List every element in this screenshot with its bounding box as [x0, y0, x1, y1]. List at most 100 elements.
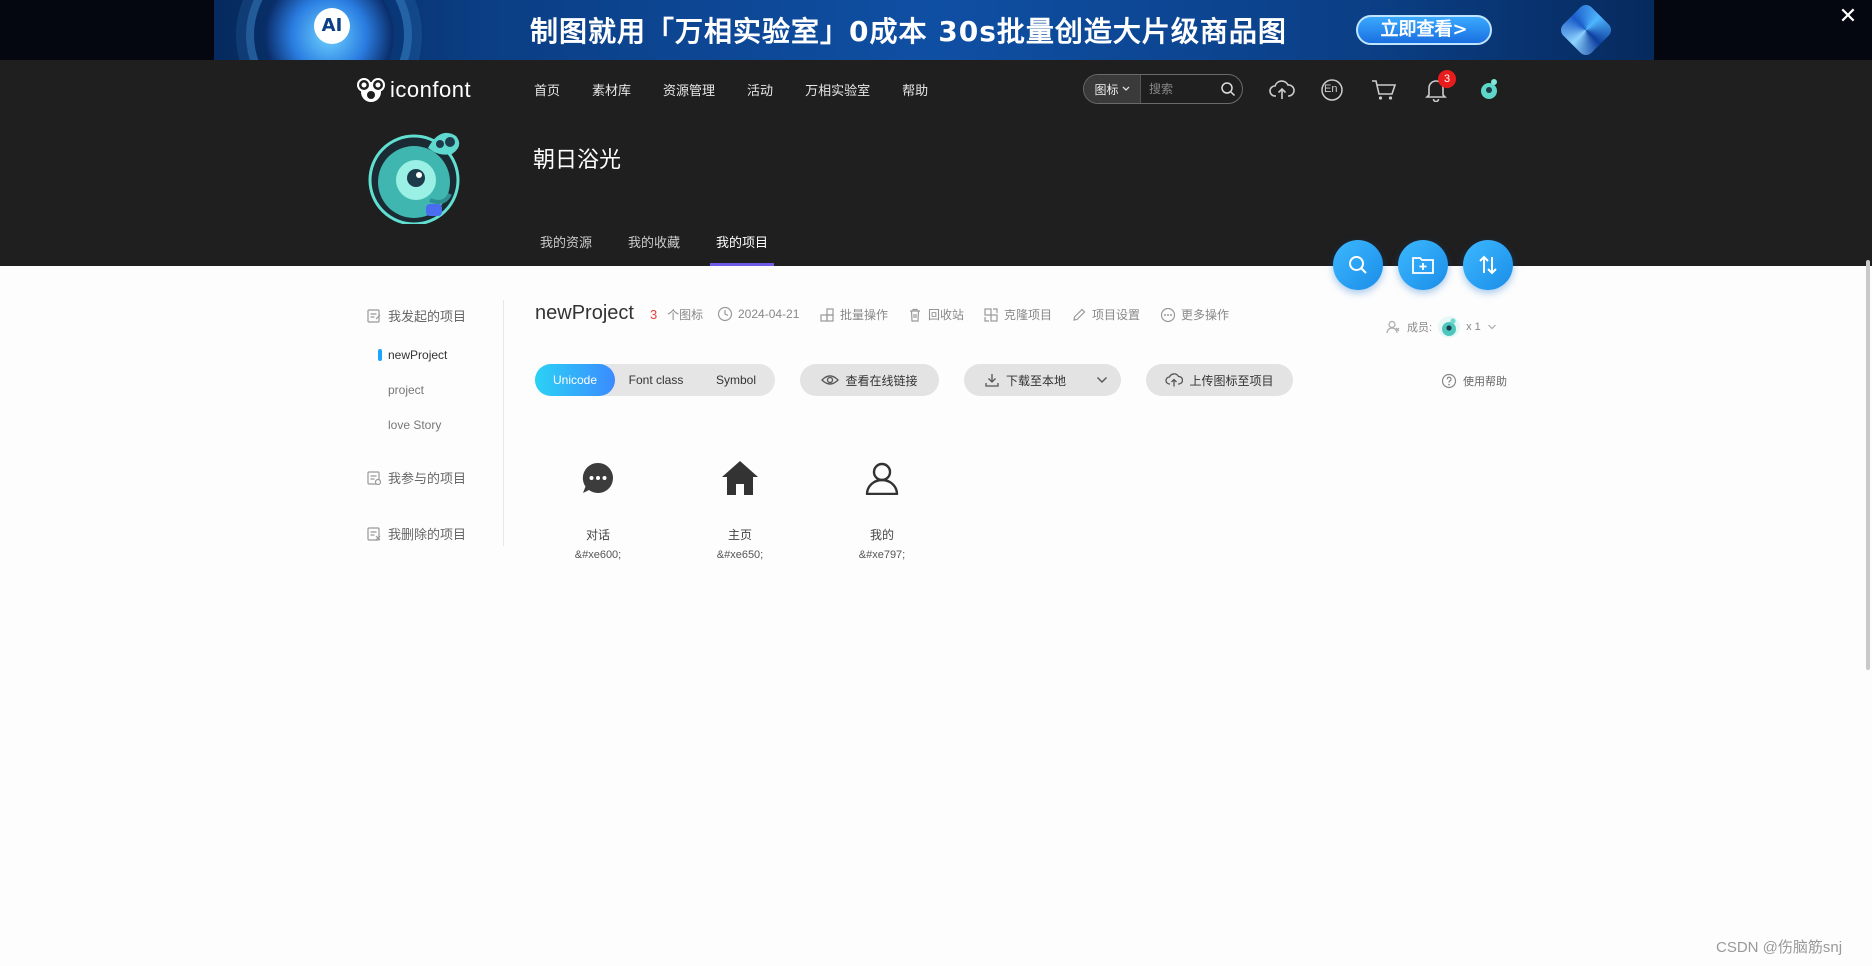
home-icon [718, 456, 762, 500]
member-avatar [1438, 316, 1461, 338]
promo-banner-image[interactable]: AI 制图就用「万相实验室」0成本 30s批量创造大片级商品图 立即查看> [214, 0, 1654, 60]
batch-operation-button[interactable]: 批量操作 [819, 306, 888, 323]
download-local-button[interactable]: 下载至本地 [964, 364, 1121, 396]
upload-cloud-icon [1165, 373, 1184, 387]
promo-ai-badge: AI [314, 8, 350, 44]
icon-card[interactable]: 对话 &#xe600; [548, 456, 648, 561]
user-avatar[interactable] [1476, 76, 1502, 102]
nav-help[interactable]: 帮助 [902, 80, 928, 99]
promo-gem-graphic [1557, 1, 1615, 59]
language-label: En [1324, 83, 1338, 95]
project-header: newProject 3 个图标 [535, 302, 703, 325]
download-icon [985, 374, 999, 387]
cart-icon[interactable] [1370, 76, 1398, 104]
search-type-select[interactable]: 图标 [1084, 75, 1141, 103]
nav-activity[interactable]: 活动 [747, 80, 773, 99]
project-title: newProject [535, 302, 634, 324]
logo[interactable]: iconfont [356, 75, 471, 105]
chat-bubble-icon [576, 456, 620, 500]
nav-resources[interactable]: 资源管理 [663, 80, 715, 99]
project-date-label: 2024-04-21 [738, 307, 800, 321]
pencil-icon [1073, 308, 1086, 321]
search-icon[interactable] [1217, 78, 1239, 100]
nav-lab[interactable]: 万相实验室 [805, 80, 870, 99]
tab-my-favorites[interactable]: 我的收藏 [628, 232, 680, 266]
view-online-link-button[interactable]: 查看在线链接 [800, 364, 939, 396]
icon-name: 主页 [727, 528, 752, 542]
members-dropdown[interactable]: 成员: x 1 [1385, 316, 1497, 338]
view-online-link-label: 查看在线链接 [845, 373, 918, 388]
chevron-down-icon[interactable] [1096, 376, 1108, 384]
sidebar-group-deleted-label: 我删除的项目 [388, 527, 467, 542]
upload-cloud-icon[interactable] [1268, 76, 1296, 104]
icon-code: &#xe797; [858, 549, 906, 561]
close-icon[interactable]: ✕ [1836, 4, 1860, 28]
main-nav: 首页 素材库 资源管理 活动 万相实验室 帮助 [534, 80, 960, 99]
more-actions-button[interactable]: 更多操作 [1160, 306, 1229, 323]
sidebar-group-created-label: 我发起的项目 [388, 309, 467, 324]
project-joined-icon [367, 470, 382, 485]
help-circle-icon [1441, 373, 1457, 389]
page-scrollbar[interactable] [1866, 260, 1870, 670]
chevron-down-icon [1122, 86, 1129, 91]
profile-tabs: 我的资源 我的收藏 我的项目 [540, 232, 775, 266]
iconfont-logo-icon [357, 78, 385, 102]
icon-count: 3 [649, 307, 658, 322]
clone-icon [984, 307, 998, 322]
promo-view-button[interactable]: 立即查看> [1356, 15, 1492, 45]
project-sidebar: 我发起的项目 newProject project love Story 我参与… [364, 300, 504, 546]
usage-help-link[interactable]: 使用帮助 [1441, 373, 1507, 389]
language-icon[interactable]: En [1318, 76, 1346, 104]
format-unicode-button[interactable]: Unicode [535, 364, 615, 396]
project-settings-label: 项目设置 [1092, 308, 1141, 322]
icon-name: 我的 [869, 528, 894, 542]
site-header: iconfont 首页 素材库 资源管理 活动 万相实验室 帮助 图标 En 3 [0, 60, 1872, 266]
sidebar-group-joined[interactable]: 我参与的项目 [366, 468, 466, 487]
watermark: CSDN @伤脑筋snj [1716, 939, 1843, 956]
batch-icon [820, 307, 834, 322]
sidebar-project-love-story[interactable]: love Story [388, 418, 441, 432]
format-symbol-button[interactable]: Symbol [697, 364, 775, 396]
members-icon [1386, 320, 1400, 334]
upload-icons-label: 上传图标至项目 [1189, 373, 1274, 388]
sidebar-group-created[interactable]: 我发起的项目 [366, 306, 466, 325]
project-list-icon [367, 308, 381, 323]
promo-text: 制图就用「万相实验室」0成本 30s批量创造大片级商品图 [530, 15, 1287, 48]
search-input[interactable] [1141, 75, 1217, 103]
profile-name: 朝日浴光 [533, 147, 622, 172]
trash-icon [910, 308, 920, 322]
clone-project-label: 克隆项目 [1004, 308, 1053, 322]
bell-icon[interactable]: 3 [1422, 70, 1456, 104]
icon-card[interactable]: 我的 &#xe797; [832, 456, 932, 561]
nav-library[interactable]: 素材库 [592, 80, 631, 99]
upload-icons-button[interactable]: 上传图标至项目 [1146, 364, 1293, 396]
clone-project-button[interactable]: 克隆项目 [983, 306, 1052, 323]
sidebar-project-newproject[interactable]: newProject [377, 348, 447, 362]
usage-help-label: 使用帮助 [1463, 376, 1507, 388]
sidebar-project-project[interactable]: project [388, 383, 424, 397]
search-icon-fab[interactable] [1333, 240, 1383, 290]
project-deleted-icon [367, 526, 381, 541]
icon-card[interactable]: 主页 &#xe650; [690, 456, 790, 561]
members-label: 成员: [1407, 322, 1433, 334]
new-folder-icon[interactable] [1398, 240, 1448, 290]
more-actions-label: 更多操作 [1181, 308, 1230, 322]
user-icon [860, 456, 904, 500]
eye-icon [821, 375, 840, 385]
recycle-bin-button[interactable]: 回收站 [907, 306, 964, 323]
clock-icon [717, 306, 733, 322]
sidebar-group-deleted[interactable]: 我删除的项目 [366, 524, 466, 543]
tab-my-projects[interactable]: 我的项目 [710, 232, 775, 266]
tab-my-resources[interactable]: 我的资源 [540, 232, 592, 266]
more-dots-icon [1160, 307, 1176, 322]
format-font-class-button[interactable]: Font class [615, 364, 697, 396]
sort-icon[interactable] [1463, 240, 1513, 290]
batch-operation-label: 批量操作 [840, 308, 889, 322]
nav-home[interactable]: 首页 [534, 80, 560, 99]
notification-badge: 3 [1438, 70, 1456, 88]
search-box: 图标 [1083, 74, 1243, 104]
recycle-bin-label: 回收站 [928, 308, 965, 322]
project-settings-button[interactable]: 项目设置 [1071, 306, 1140, 323]
promo-banner[interactable]: AI 制图就用「万相实验室」0成本 30s批量创造大片级商品图 立即查看> ✕ [0, 0, 1872, 60]
icon-code: &#xe650; [716, 549, 764, 561]
